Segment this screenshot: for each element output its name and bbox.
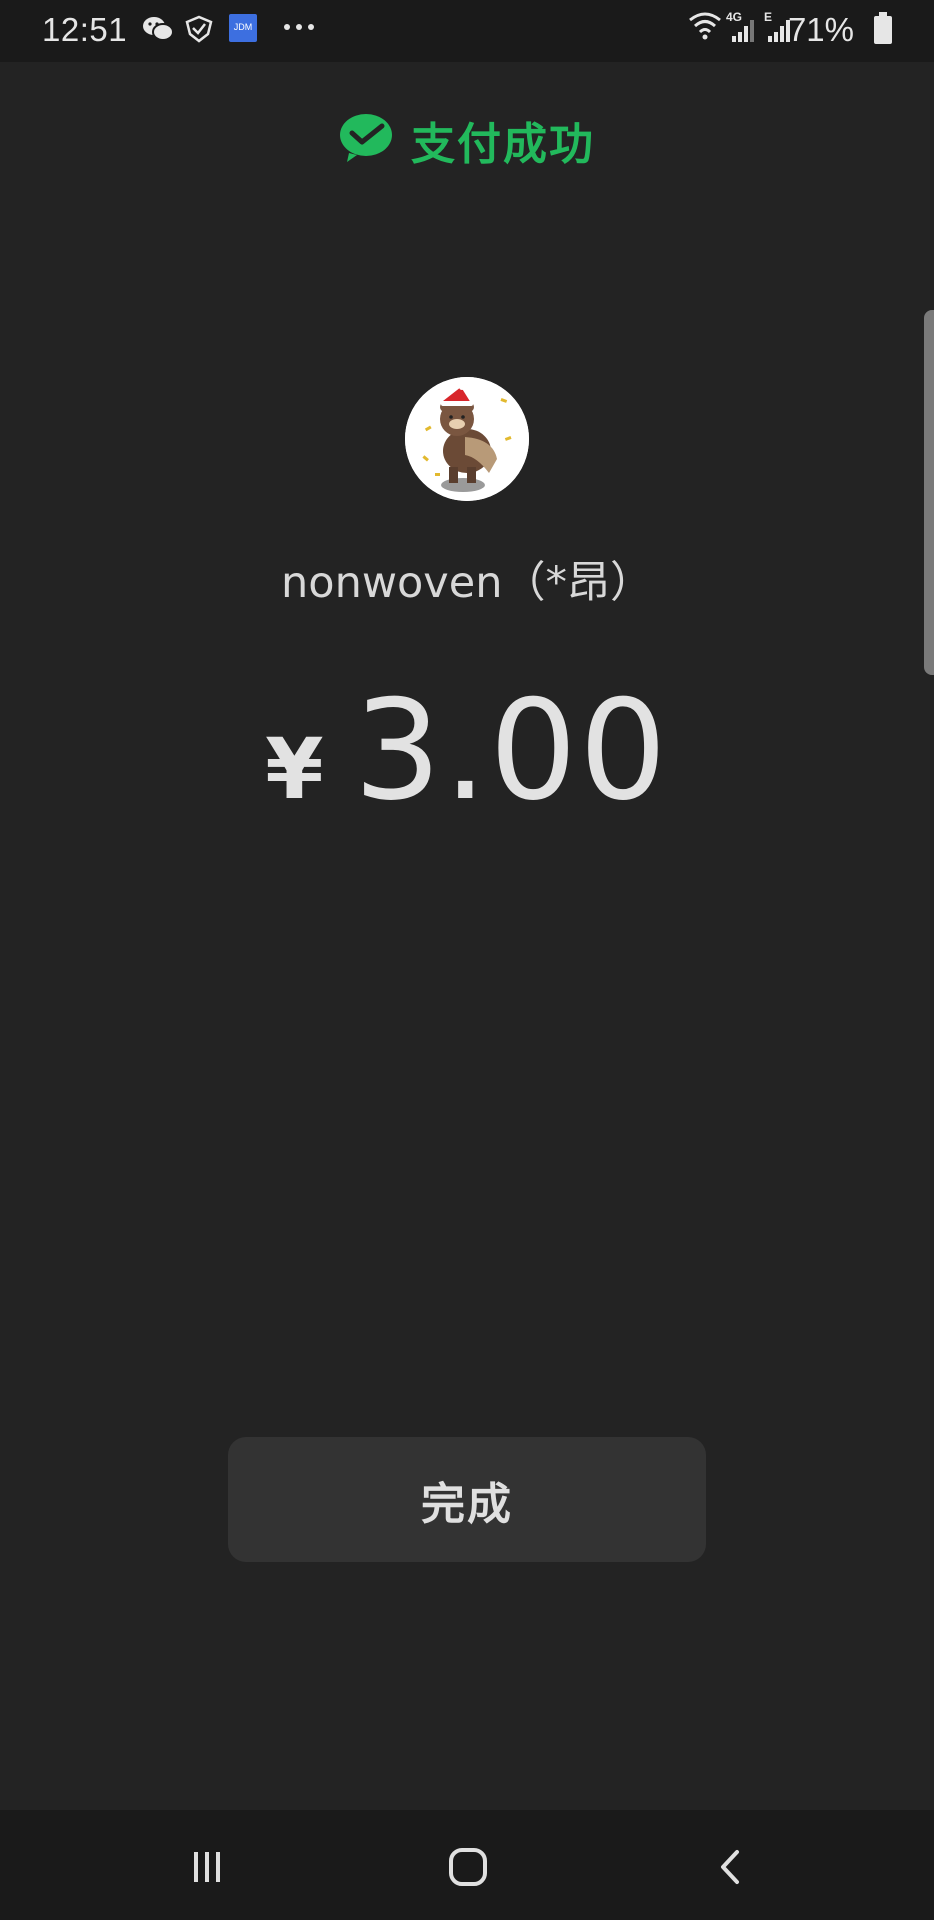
payee-name: nonwoven（*昂） bbox=[281, 558, 653, 608]
back-button[interactable] bbox=[696, 1832, 766, 1902]
more-dots-icon bbox=[282, 20, 316, 50]
recent-apps-icon bbox=[194, 1852, 220, 1882]
navigation-bar bbox=[0, 1810, 934, 1920]
back-icon bbox=[721, 1850, 739, 1884]
bear-avatar-image bbox=[405, 377, 529, 501]
payment-amount: ¥ 3.00 bbox=[0, 670, 934, 831]
payment-success-screen: 12:51 JDM 4G E 71% 支付成功 nonwoven（*昂） ¥ 3… bbox=[0, 0, 934, 1920]
wechat-pay-check-icon bbox=[339, 113, 393, 168]
status-bar: 12:51 JDM 4G E 71% bbox=[0, 0, 934, 62]
home-button[interactable] bbox=[433, 1832, 503, 1902]
page-title: 支付成功 bbox=[411, 119, 595, 170]
battery-percent: 71% bbox=[787, 11, 854, 48]
wifi-icon bbox=[688, 10, 722, 40]
home-icon bbox=[449, 1848, 487, 1886]
wechat-icon bbox=[142, 14, 174, 44]
shield-icon bbox=[184, 14, 214, 44]
amount-value: 3.00 bbox=[353, 670, 669, 831]
status-time: 12:51 bbox=[42, 11, 128, 48]
jdm-label: JDM bbox=[234, 22, 253, 32]
signal-4g-icon: 4G bbox=[726, 10, 760, 42]
signal-4g-label: 4G bbox=[726, 10, 742, 24]
battery-icon bbox=[874, 12, 892, 44]
currency-symbol: ¥ bbox=[265, 720, 324, 818]
edge-panel-handle[interactable] bbox=[924, 310, 934, 675]
avatar bbox=[405, 377, 529, 501]
recent-apps-button[interactable] bbox=[172, 1832, 242, 1902]
signal-e-label: E bbox=[764, 10, 772, 24]
payment-success-header: 支付成功 bbox=[0, 100, 934, 180]
jdm-app-icon: JDM bbox=[228, 13, 258, 43]
done-button[interactable]: 完成 bbox=[228, 1437, 706, 1562]
